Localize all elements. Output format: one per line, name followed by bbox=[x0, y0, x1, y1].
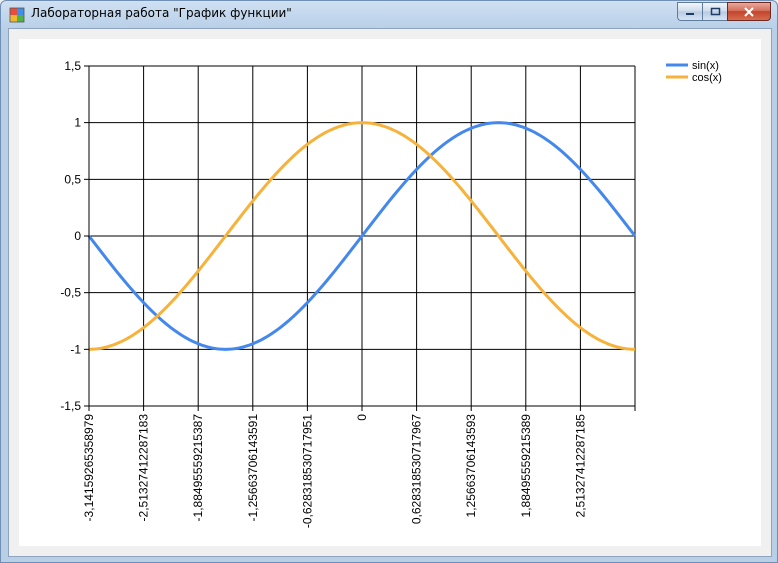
function-chart: 1,5 1 0,5 0 -0,5 -1 -1,5 -3,14159265358979 -2,5… bbox=[60, 59, 722, 528]
x-axis-ticks: -3,14159265358979 -2,51327412287183 -1,884… bbox=[82, 406, 636, 528]
legend-label: cos(x) bbox=[692, 72, 722, 84]
x-tick-label: -1,25663706143591 bbox=[246, 414, 260, 522]
minimize-icon bbox=[686, 12, 694, 15]
x-tick-label: 0 bbox=[355, 414, 369, 421]
y-tick-label: 1 bbox=[74, 116, 81, 130]
chart-container: 1,5 1 0,5 0 -0,5 -1 -1,5 -3,14159265358979 -2,5… bbox=[19, 39, 761, 546]
x-tick-label: -1,88495559215387 bbox=[191, 414, 205, 522]
x-tick-label: 2,51327412287185 bbox=[573, 414, 587, 518]
chart-legend: sin(x)cos(x) bbox=[666, 60, 722, 84]
x-tick-label: -0,628318530717951 bbox=[300, 414, 314, 528]
app-window: Лабораторная работа "График функции" 1,5… bbox=[0, 0, 778, 563]
x-tick-label: 1,25663706143593 bbox=[464, 414, 478, 518]
form-client-area: 1,5 1 0,5 0 -0,5 -1 -1,5 -3,14159265358979 -2,5… bbox=[8, 28, 772, 557]
y-tick-label: -1 bbox=[70, 342, 81, 356]
y-axis-ticks: 1,5 1 0,5 0 -0,5 -1 -1,5 bbox=[60, 59, 89, 413]
minimize-button[interactable] bbox=[677, 2, 702, 21]
close-button[interactable] bbox=[727, 2, 771, 21]
y-tick-label: 0,5 bbox=[64, 172, 81, 186]
maximize-button[interactable] bbox=[702, 2, 727, 21]
app-window-icon bbox=[9, 7, 25, 23]
x-tick-label: 1,88495559215389 bbox=[519, 414, 533, 518]
x-tick-label: -3,14159265358979 bbox=[82, 414, 96, 522]
y-tick-label: 1,5 bbox=[64, 59, 81, 73]
y-tick-label: -0,5 bbox=[60, 286, 81, 300]
y-tick-label: -1,5 bbox=[60, 399, 81, 413]
close-icon bbox=[744, 6, 754, 17]
x-tick-label: 0,628318530717967 bbox=[410, 414, 424, 524]
y-tick-label: 0 bbox=[74, 229, 81, 243]
window-controls bbox=[677, 2, 771, 21]
maximize-icon bbox=[710, 7, 720, 16]
window-title: Лабораторная работа "График функции" bbox=[31, 6, 292, 20]
legend-label: sin(x) bbox=[692, 60, 719, 72]
title-bar[interactable]: Лабораторная работа "График функции" bbox=[1, 1, 777, 27]
x-tick-label: -2,51327412287183 bbox=[137, 414, 151, 522]
